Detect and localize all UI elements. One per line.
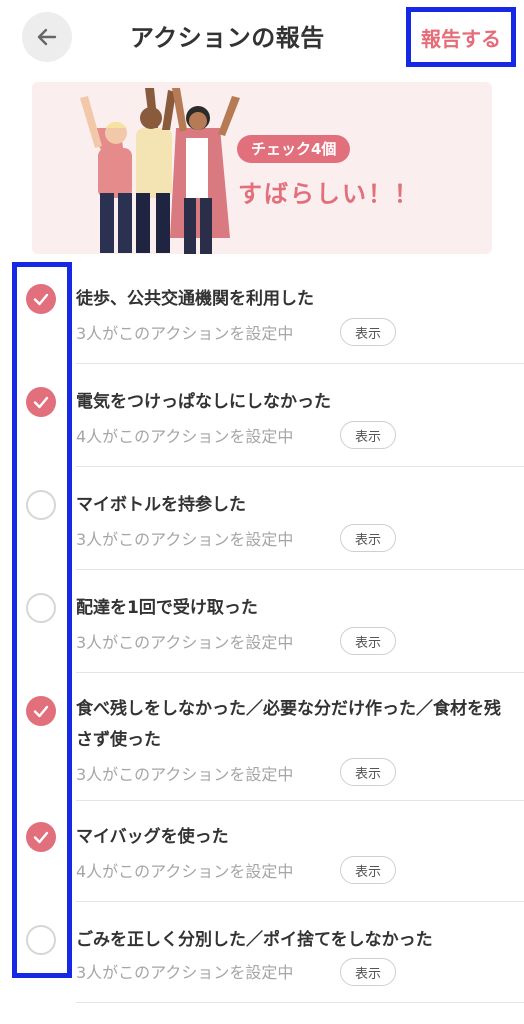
check-icon xyxy=(33,396,49,409)
checkbox-unchecked[interactable] xyxy=(26,925,56,955)
show-button[interactable]: 表示 xyxy=(340,524,396,552)
check-count-badge: チェック4個 xyxy=(237,135,351,163)
action-setting-count: 3人がこのアクションを設定中 xyxy=(76,324,294,343)
checkbox-unchecked[interactable] xyxy=(26,490,56,520)
checkbox-checked[interactable] xyxy=(26,822,56,852)
checkbox-checked[interactable] xyxy=(26,696,56,726)
celebrating-people-illustration xyxy=(80,88,240,254)
action-setting-count: 3人がこのアクションを設定中 xyxy=(76,530,294,549)
action-setting-count: 3人がこのアクションを設定中 xyxy=(76,765,294,784)
action-title: 徒歩、公共交通機関を利用した xyxy=(76,289,314,309)
divider xyxy=(76,466,524,467)
show-button[interactable]: 表示 xyxy=(340,758,396,786)
action-title: ごみを正しく分別した／ポイ捨てをしなかった xyxy=(76,930,433,950)
show-button[interactable]: 表示 xyxy=(340,856,396,884)
page-title: アクションの報告 xyxy=(130,24,325,52)
divider xyxy=(76,800,524,801)
divider xyxy=(76,901,524,902)
divider xyxy=(76,1002,524,1003)
action-title: 食べ残しをしなかった／必要な分だけ作った／食材を残さず使った xyxy=(76,699,501,750)
header: アクションの報告 報告する xyxy=(0,0,524,74)
divider xyxy=(76,569,524,570)
check-icon xyxy=(33,831,49,844)
action-title: 配達を1回で受け取った xyxy=(76,598,258,618)
action-setting-count: 4人がこのアクションを設定中 xyxy=(76,862,294,881)
arrow-left-icon xyxy=(37,28,57,46)
show-button[interactable]: 表示 xyxy=(340,421,396,449)
action-title: 電気をつけっぱなしにしなかった xyxy=(76,392,331,412)
action-title: マイバッグを使った xyxy=(76,827,229,847)
celebration-banner: チェック4個 すばらしい！！ xyxy=(32,82,492,254)
action-title: マイボトルを持参した xyxy=(76,495,246,515)
action-setting-count: 3人がこのアクションを設定中 xyxy=(76,963,294,982)
show-button[interactable]: 表示 xyxy=(340,958,396,986)
check-icon xyxy=(33,293,49,306)
checkbox-unchecked[interactable] xyxy=(26,593,56,623)
report-button[interactable]: 報告する xyxy=(406,7,516,67)
check-icon xyxy=(33,705,49,718)
divider xyxy=(76,363,524,364)
show-button[interactable]: 表示 xyxy=(340,627,396,655)
divider xyxy=(76,672,524,673)
praise-message: すばらしい！！ xyxy=(238,180,420,208)
checkbox-checked[interactable] xyxy=(26,387,56,417)
back-button[interactable] xyxy=(22,12,72,62)
checkbox-checked[interactable] xyxy=(26,284,56,314)
action-setting-count: 3人がこのアクションを設定中 xyxy=(76,633,294,652)
action-setting-count: 4人がこのアクションを設定中 xyxy=(76,427,294,446)
show-button[interactable]: 表示 xyxy=(340,318,396,346)
